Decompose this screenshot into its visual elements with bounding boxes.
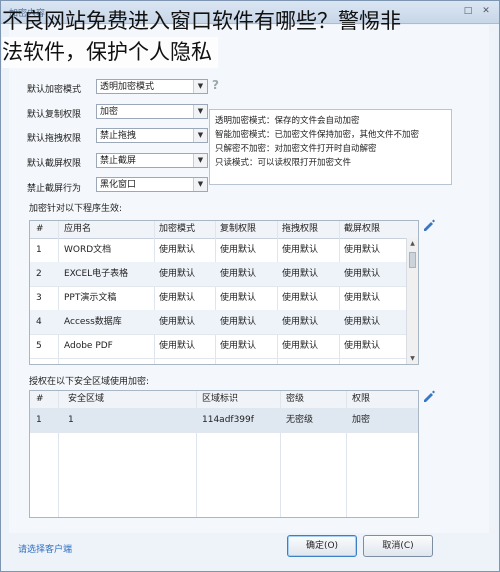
encrypt-mode-cell: 使用默认 — [159, 293, 196, 303]
chevron-down-icon[interactable]: ▼ — [193, 105, 207, 118]
table-row[interactable]: 2 EXCEL电子表格 使用默认 使用默认 使用默认 使用默认 — [30, 262, 406, 287]
column-header: 区域标识 — [202, 394, 239, 404]
app-name: WORD文档 — [64, 245, 112, 255]
app-name: Access数据库 — [64, 317, 122, 327]
column-header: 应用名 — [64, 224, 92, 234]
copy-cell: 使用默认 — [220, 341, 257, 351]
zone-level: 无密级 — [286, 415, 314, 425]
info-line: 智能加密模式：已加密文件保持加密，其他文件不加密 — [215, 130, 420, 140]
copy-cell: 使用默认 — [220, 245, 257, 255]
info-line: 只解密不加密：对加密文件打开时自动解密 — [215, 144, 377, 154]
column-header: # — [36, 224, 44, 234]
app-name: PPT演示文稿 — [64, 293, 117, 303]
encrypt-mode-cell: 使用默认 — [159, 269, 196, 279]
drag-cell: 使用默认 — [282, 245, 319, 255]
row-index: 3 — [36, 293, 42, 303]
info-line: 只读模式：可以读权限打开加密文件 — [215, 158, 352, 168]
content-panel: 默认加密模式 透明加密模式 ▼ ? 默认复制权限 加密 ▼ 默认拖拽权限 禁止拖… — [9, 25, 489, 533]
screenshot-behavior-select[interactable]: 黑化窗口 ▼ — [96, 177, 208, 192]
help-icon[interactable]: ? — [212, 78, 219, 92]
column-header: 加密模式 — [159, 224, 196, 234]
drag-cell: 使用默认 — [282, 341, 319, 351]
info-line: 透明加密模式：保存的文件会自动加密 — [215, 116, 360, 126]
screenshot-cell: 使用默认 — [344, 341, 381, 351]
column-header: # — [36, 394, 44, 404]
screenshot-permission-select[interactable]: 禁止截屏 ▼ — [96, 153, 208, 168]
scroll-thumb[interactable] — [409, 252, 416, 268]
encrypt-mode-value: 透明加密模式 — [100, 82, 155, 92]
zones-section-label: 授权在以下安全区域使用加密: — [29, 377, 150, 387]
column-header: 复制权限 — [220, 224, 257, 234]
zones-table: # 安全区域 区域标识 密级 权限 1 1 114adf399f 无密级 加密 — [29, 390, 419, 518]
copy-cell: 使用默认 — [220, 293, 257, 303]
row-index: 1 — [36, 415, 42, 425]
mode-description-box: 透明加密模式：保存的文件会自动加密 智能加密模式：已加密文件保持加密，其他文件不… — [209, 109, 452, 185]
screenshot-cell: 使用默认 — [344, 317, 381, 327]
close-icon[interactable]: ✕ — [479, 5, 493, 17]
programs-section-label: 加密针对以下程序生效: — [29, 204, 123, 214]
select-client-link[interactable]: 请选择客户端 — [18, 542, 72, 555]
scroll-up-icon[interactable]: ▲ — [407, 238, 418, 249]
drag-cell: 使用默认 — [282, 269, 319, 279]
caption-line-2: 法软件，保护个人隐私 — [2, 37, 218, 68]
copy-cell: 使用默认 — [220, 269, 257, 279]
drag-permission-select[interactable]: 禁止拖拽 ▼ — [96, 128, 208, 143]
row-index: 5 — [36, 341, 42, 351]
copy-cell: 使用默认 — [220, 317, 257, 327]
caption-line-1: 不良网站免费进入窗口软件有哪些？警惕非 — [2, 9, 401, 33]
screenshot-behavior-value: 黑化窗口 — [100, 180, 137, 190]
screenshot-cell: 使用默认 — [344, 245, 381, 255]
table-row[interactable]: 1 WORD文档 使用默认 使用默认 使用默认 使用默认 — [30, 238, 406, 263]
maximize-icon[interactable]: □ — [461, 5, 475, 17]
column-header: 安全区域 — [68, 394, 105, 404]
zone-id: 114adf399f — [202, 415, 254, 425]
row-index: 1 — [36, 245, 42, 255]
copy-permission-select[interactable]: 加密 ▼ — [96, 104, 208, 119]
table-row[interactable]: 4 Access数据库 使用默认 使用默认 使用默认 使用默认 — [30, 310, 406, 335]
label-screenshot-behavior: 禁止截屏行为 — [27, 184, 82, 194]
drag-permission-value: 禁止拖拽 — [100, 131, 137, 141]
encrypt-mode-cell: 使用默认 — [159, 317, 196, 327]
chevron-down-icon[interactable]: ▼ — [193, 80, 207, 93]
cancel-button[interactable]: 取消(C) — [363, 535, 433, 557]
edit-zones-icon[interactable] — [422, 389, 436, 403]
column-header: 截屏权限 — [344, 224, 381, 234]
programs-table: # 应用名 加密模式 复制权限 拖拽权限 截屏权限 1 WORD文档 使用默认 … — [29, 220, 419, 365]
encrypt-mode-cell: 使用默认 — [159, 341, 196, 351]
screenshot-cell: 使用默认 — [344, 269, 381, 279]
label-encrypt-mode: 默认加密模式 — [27, 85, 82, 95]
zone-name: 1 — [68, 415, 74, 425]
screenshot-cell: 使用默认 — [344, 293, 381, 303]
zones-table-header: # 安全区域 区域标识 密级 权限 — [30, 391, 418, 409]
column-header: 权限 — [352, 394, 371, 404]
chevron-down-icon[interactable]: ▼ — [193, 178, 207, 191]
ok-button[interactable]: 确定(O) — [287, 535, 357, 557]
app-name: EXCEL电子表格 — [64, 269, 129, 279]
table-row[interactable]: 5 Adobe PDF 使用默认 使用默认 使用默认 使用默认 — [30, 334, 406, 359]
zone-permission: 加密 — [352, 415, 371, 425]
column-header: 拖拽权限 — [282, 224, 319, 234]
drag-cell: 使用默认 — [282, 293, 319, 303]
table-row[interactable]: 1 1 114adf399f 无密级 加密 — [30, 408, 418, 433]
chevron-down-icon[interactable]: ▼ — [193, 154, 207, 167]
programs-scrollbar[interactable]: ▲ ▼ — [406, 238, 418, 364]
programs-table-header: # 应用名 加密模式 复制权限 拖拽权限 截屏权限 — [30, 221, 418, 239]
column-header: 密级 — [286, 394, 305, 404]
encrypt-mode-select[interactable]: 透明加密模式 ▼ — [96, 79, 208, 94]
screenshot-permission-value: 禁止截屏 — [100, 156, 137, 166]
label-copy-permission: 默认复制权限 — [27, 110, 82, 120]
app-name: Adobe PDF — [64, 341, 113, 351]
edit-programs-icon[interactable] — [422, 218, 436, 232]
drag-cell: 使用默认 — [282, 317, 319, 327]
row-index: 2 — [36, 269, 42, 279]
copy-permission-value: 加密 — [100, 107, 119, 117]
dialog-window: 加密内容 □ ✕ 默认加密模式 透明加密模式 ▼ ? 默认复制权限 加密 ▼ 默… — [0, 0, 500, 572]
chevron-down-icon[interactable]: ▼ — [193, 129, 207, 142]
row-index: 4 — [36, 317, 42, 327]
label-screenshot-permission: 默认截屏权限 — [27, 159, 82, 169]
encrypt-mode-cell: 使用默认 — [159, 245, 196, 255]
scroll-down-icon[interactable]: ▼ — [407, 353, 418, 364]
table-row[interactable]: 3 PPT演示文稿 使用默认 使用默认 使用默认 使用默认 — [30, 286, 406, 311]
label-drag-permission: 默认拖拽权限 — [27, 134, 82, 144]
